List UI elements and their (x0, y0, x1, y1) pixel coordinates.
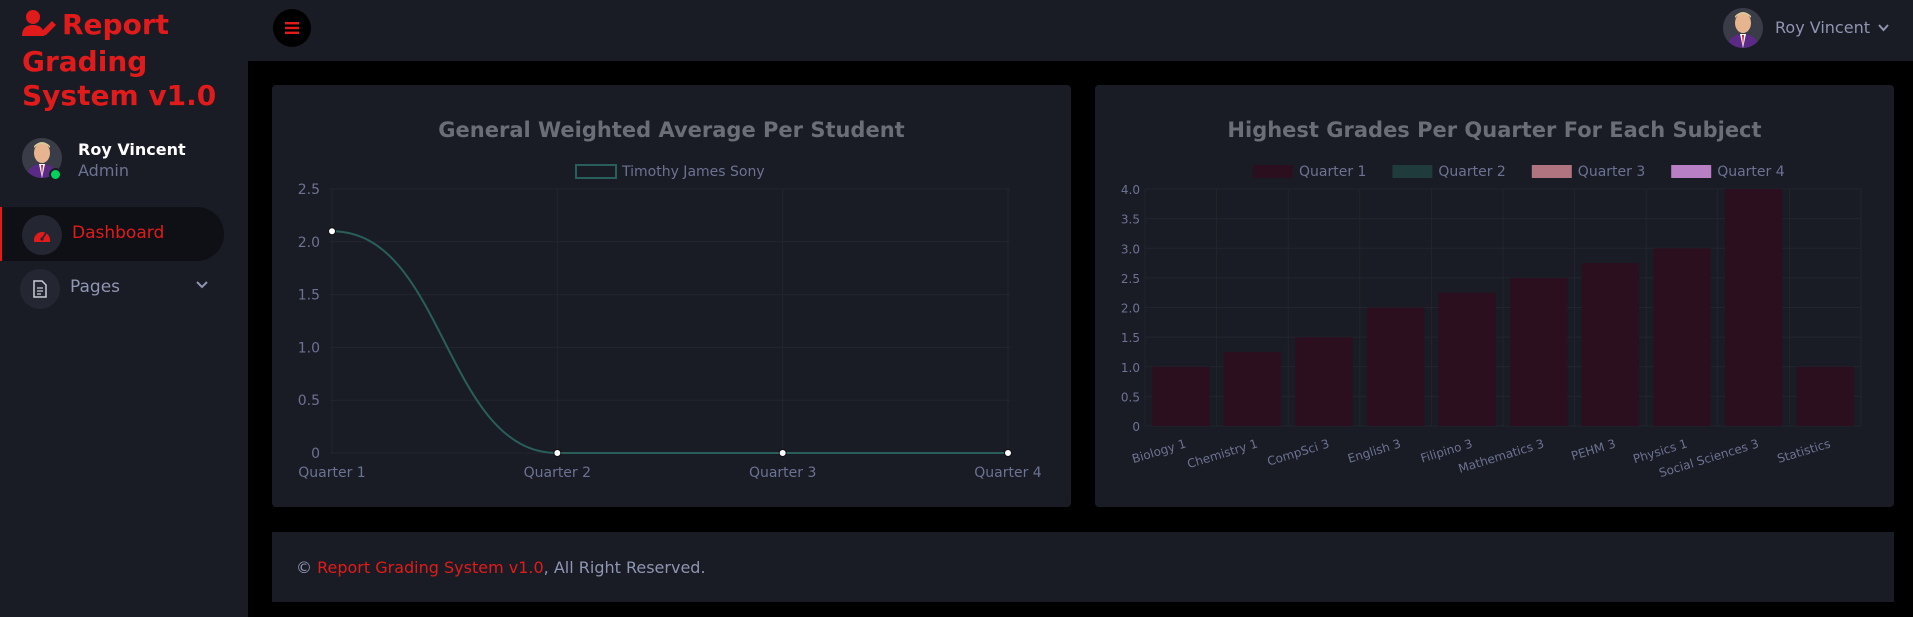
grades-chart-card: Highest Grades Per Quarter For Each Subj… (1095, 85, 1894, 507)
data-point (778, 449, 787, 457)
legend-swatch (575, 164, 617, 179)
x-tick-label: PEHM 3 (1570, 436, 1618, 463)
bar (1295, 337, 1353, 426)
nav-icon-bg (20, 269, 60, 309)
legend-swatch (1392, 165, 1433, 178)
legend-swatch (1671, 165, 1712, 178)
chevron-down-icon (1878, 24, 1889, 32)
grades-bar-chart: Quarter 1 Quarter 2 Quarter 3 Quarter 4 0 0.5… (1121, 164, 1862, 480)
x-tick-label: Chemistry 1 (1186, 436, 1260, 471)
sidebar-item-dashboard[interactable]: Dashboard (0, 207, 224, 261)
x-tick-label: CompSci 3 (1266, 436, 1331, 468)
y-tick-label: 3.5 (1121, 213, 1140, 227)
data-point (553, 449, 562, 457)
menu-icon (285, 22, 299, 34)
sidebar-profile[interactable]: Roy Vincent Admin (22, 138, 242, 182)
footer-brand-link[interactable]: Report Grading System v1.0 (317, 558, 544, 577)
bar (1653, 248, 1711, 426)
user-name: Roy Vincent (1775, 18, 1870, 37)
sidebar-item-label: Pages (70, 277, 121, 297)
x-tick-label: Quarter 2 (524, 465, 591, 481)
menu-toggle-button[interactable] (273, 9, 311, 47)
profile-role: Admin (78, 161, 129, 180)
user-menu[interactable]: Roy Vincent (1723, 8, 1893, 48)
y-tick-label: 1.5 (298, 288, 320, 304)
legend-label: Quarter 1 (1299, 164, 1366, 180)
legend-swatch (1253, 165, 1293, 178)
legend-label: Quarter 2 (1438, 164, 1505, 180)
topbar: Roy Vincent (248, 0, 1913, 61)
speedometer-icon (34, 232, 50, 242)
y-tick-label: 1.0 (298, 340, 320, 356)
legend-label: Quarter 4 (1717, 164, 1785, 180)
bar (1152, 366, 1210, 426)
chevron-down-icon (196, 281, 208, 289)
sidebar-item-label: Dashboard (72, 223, 165, 243)
footer: © Report Grading System v1.0, All Right … (272, 532, 1894, 602)
bar (1366, 307, 1425, 426)
file-document-icon (33, 280, 47, 298)
bar (1581, 263, 1640, 426)
legend-label: Quarter 3 (1578, 164, 1645, 180)
y-tick-label: 0.5 (1121, 390, 1140, 404)
y-tick-label: 1.5 (1121, 331, 1140, 345)
x-tick-label: Statistics (1776, 436, 1833, 465)
avatar (1723, 8, 1763, 48)
user-edit-icon (22, 9, 58, 45)
x-tick-label: Quarter 3 (749, 465, 816, 481)
gwa-line-chart: Timothy James Sony 0 0.5 1.0 1.5 2.0 2.5 Quarte… (298, 164, 1042, 481)
bar (1223, 351, 1282, 426)
footer-rights: , All Right Reserved. (543, 558, 706, 577)
y-tick-label: 1.0 (1121, 361, 1140, 375)
x-tick-label: Quarter 4 (974, 465, 1042, 481)
series-line (331, 230, 1008, 454)
y-tick-label: 2.5 (1121, 272, 1140, 286)
profile-name: Roy Vincent (78, 140, 186, 159)
bar (1796, 366, 1854, 426)
x-tick-label: English 3 (1346, 436, 1402, 465)
online-status-dot (49, 168, 62, 181)
y-tick-label: 2.0 (298, 235, 320, 251)
y-tick-label: 2.5 (298, 182, 320, 198)
gwa-chart-card: General Weighted Average Per Student Tim… (272, 85, 1071, 507)
legend-label: Timothy James Sony (621, 164, 765, 180)
nav-icon-bg (22, 215, 62, 255)
y-tick-label: 4.0 (1121, 183, 1140, 197)
y-tick-label: 0 (1132, 420, 1140, 434)
x-tick-label: Quarter 1 (298, 465, 365, 481)
sidebar: Report Grading System v1.0 Roy Vincent A… (0, 0, 248, 617)
data-point (1004, 449, 1012, 457)
bar (1438, 292, 1496, 426)
y-tick-label: 0 (311, 446, 320, 462)
y-tick-label: 0.5 (298, 393, 320, 409)
legend-swatch (1531, 165, 1572, 178)
y-tick-label: 2.0 (1121, 302, 1140, 316)
y-tick-label: 3.0 (1121, 242, 1140, 256)
bar (1724, 189, 1783, 426)
footer-text: © Report Grading System v1.0, All Right … (296, 558, 706, 577)
x-tick-label: Biology 1 (1130, 436, 1187, 466)
data-point (328, 227, 336, 236)
sidebar-item-pages[interactable]: Pages (0, 261, 224, 315)
brand-logo[interactable]: Report Grading System v1.0 (22, 8, 242, 113)
copyright-symbol: © (296, 558, 312, 577)
bar (1510, 277, 1568, 426)
